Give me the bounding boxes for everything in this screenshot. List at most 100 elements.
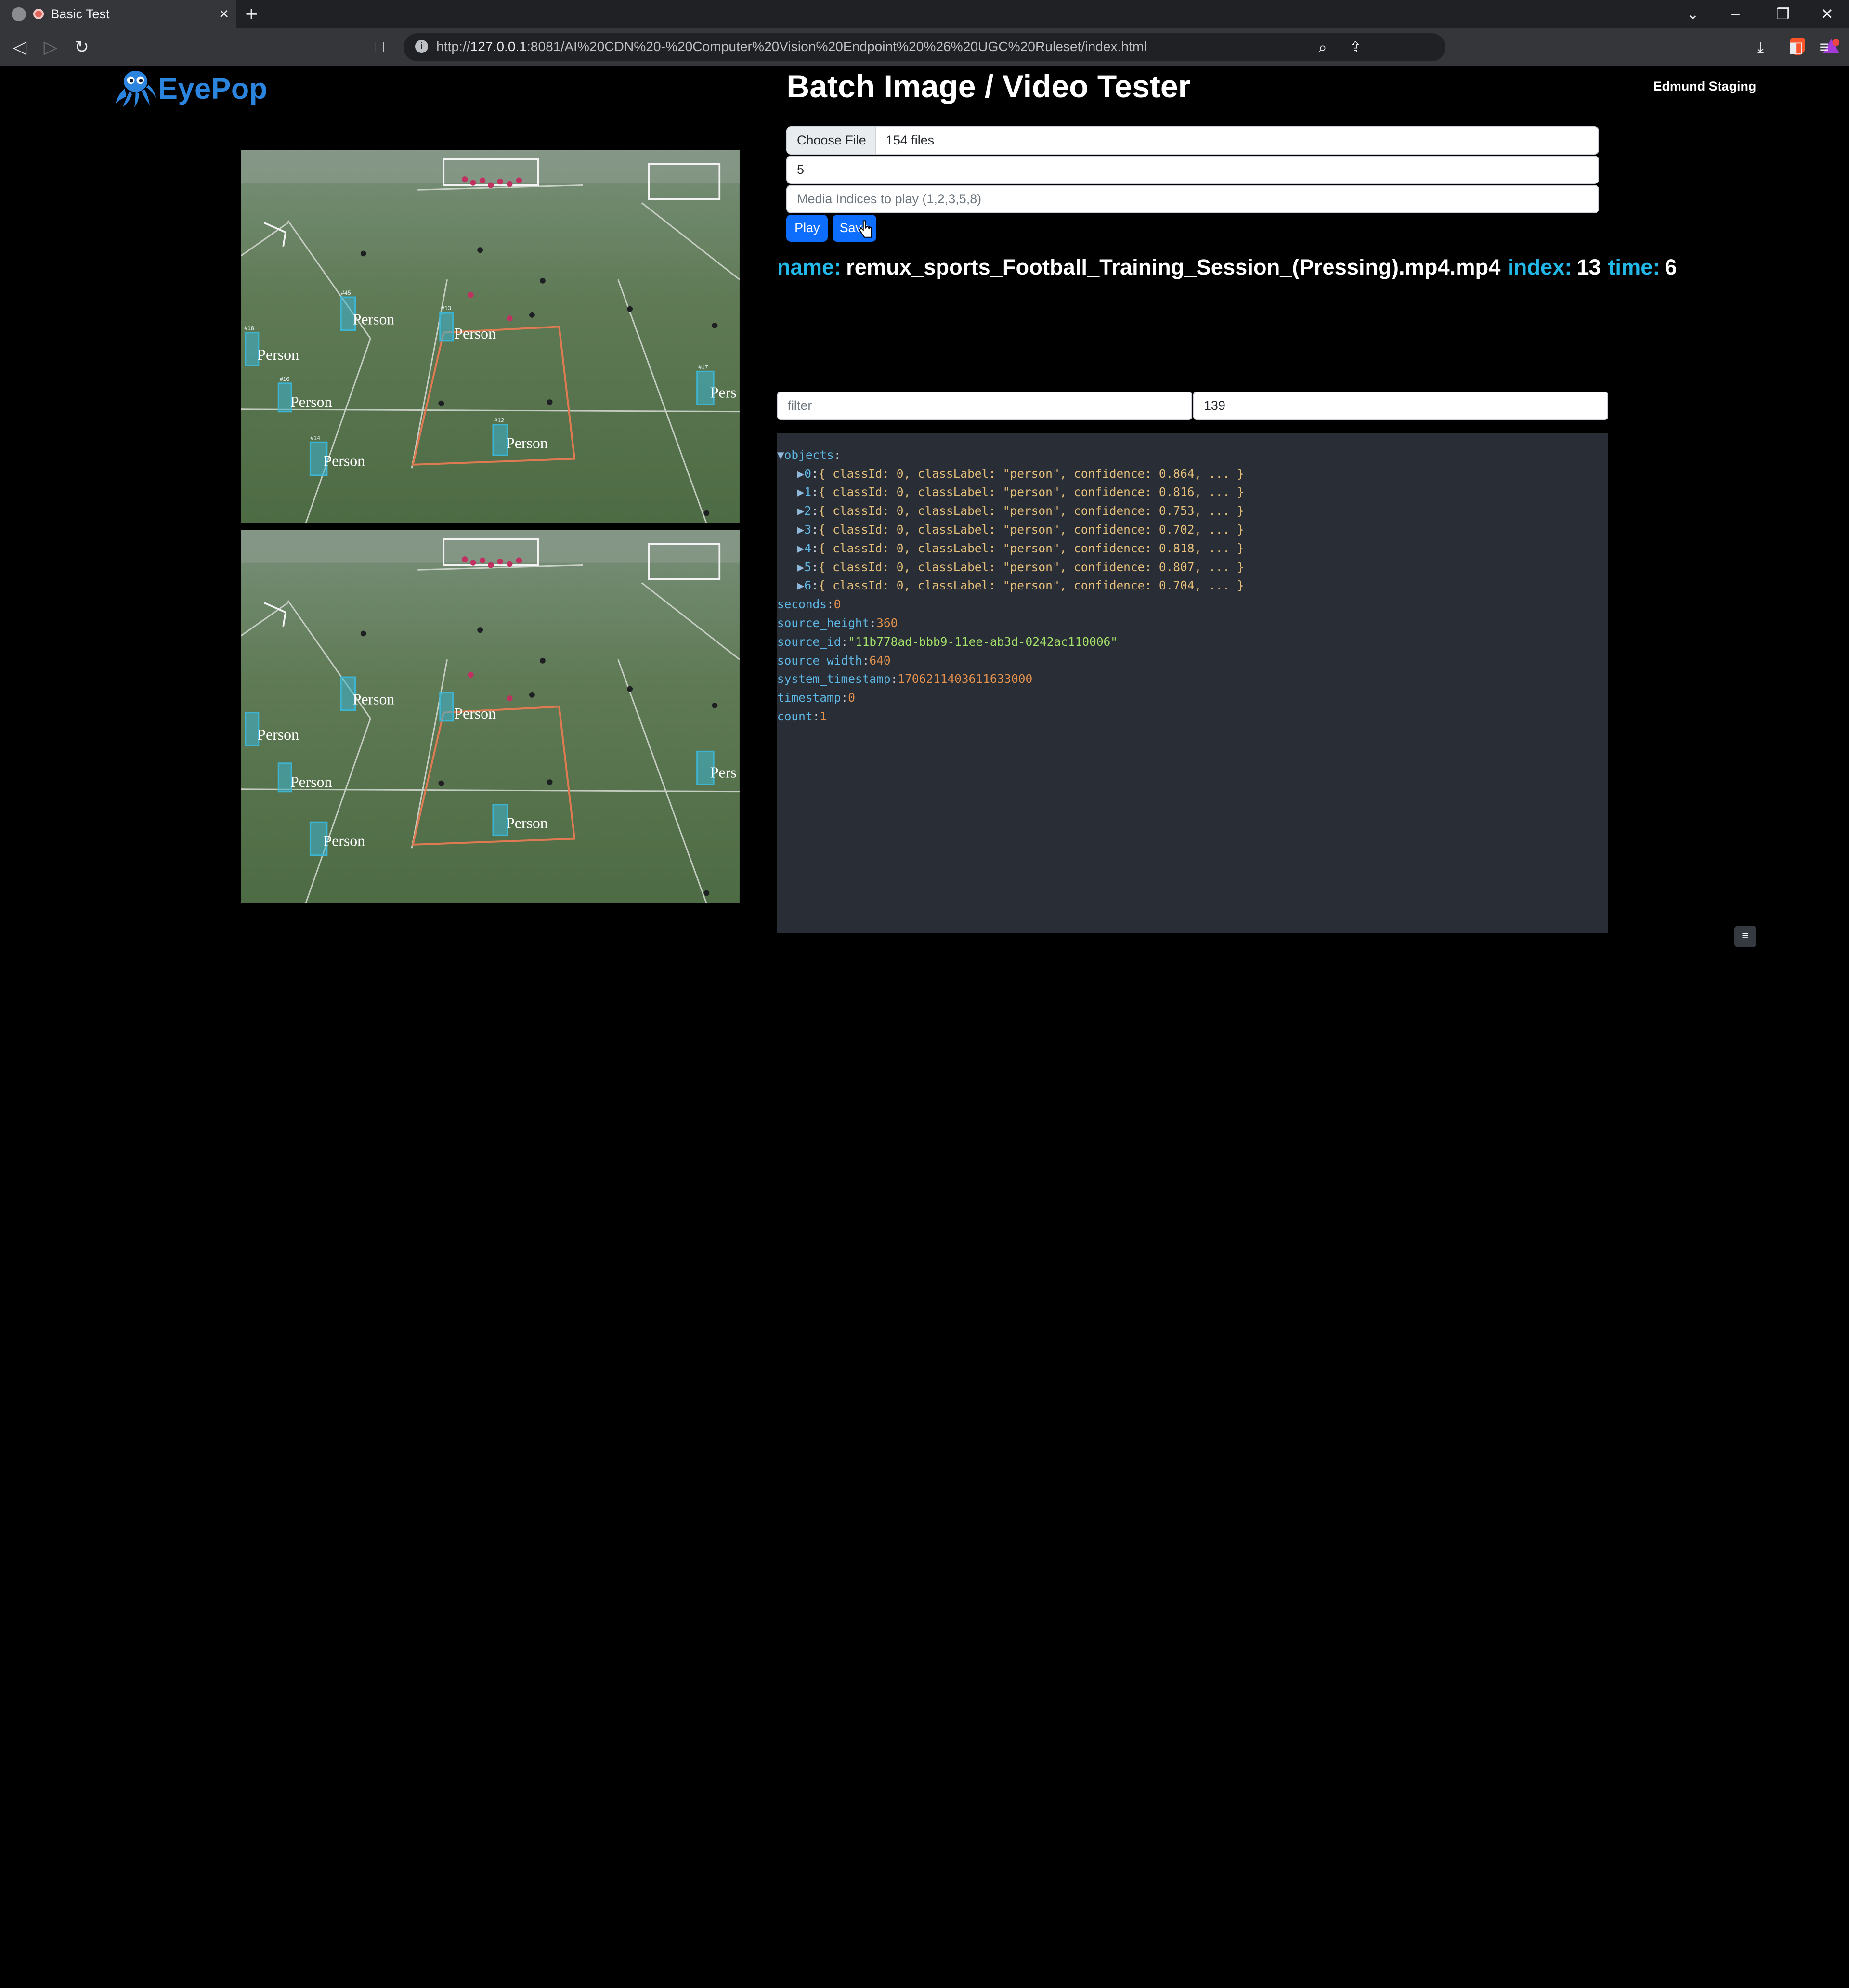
detection-label: Person [257, 346, 299, 363]
logo-text: EyePop [158, 72, 268, 105]
media-status: name: remux_sports_Football_Training_Ses… [777, 255, 1680, 280]
object-row[interactable]: ▶3:{ classId: 0, classLabel: "person", c… [777, 521, 1609, 539]
share-icon[interactable]: ⇪ [1349, 37, 1362, 58]
annotated-video-frame: Person Person Person Person Person Perso… [240, 529, 740, 903]
field-key: source_id [777, 634, 841, 649]
tab-close-icon[interactable]: × [219, 5, 229, 24]
field-row: source_height:360 [777, 616, 898, 630]
detection-label: Person [352, 311, 394, 327]
expand-triangle-icon[interactable]: ▶ [797, 523, 805, 536]
sidebar-icon[interactable]: ◧ [1789, 37, 1803, 58]
menu-icon[interactable]: ≡ [1820, 37, 1829, 58]
detection-tag: #17 [698, 364, 708, 371]
download-icon[interactable]: ⤓ [1757, 37, 1764, 58]
expand-triangle-icon[interactable]: ▶ [797, 504, 805, 518]
eyepop-logo[interactable]: EyePop [113, 68, 268, 108]
close-window-icon[interactable]: ✕ [1821, 5, 1834, 23]
detection-label: Person [323, 452, 365, 469]
media-indices-input[interactable] [786, 185, 1599, 214]
objects-node[interactable]: ▼objects: [777, 446, 1609, 465]
field-row: seconds:0 [777, 597, 841, 612]
object-summary: { classId: 0, classLabel: "person", conf… [818, 466, 1244, 481]
expand-triangle-icon[interactable]: ▶ [797, 541, 805, 555]
file-count: 154 files [885, 132, 935, 147]
expand-triangle-icon[interactable]: ▶ [797, 485, 805, 499]
recording-icon [33, 9, 44, 20]
detection-label: Person [506, 814, 548, 831]
name-value: remux_sports_Football_Training_Session_(… [846, 254, 1501, 279]
detection-label: Person [257, 726, 299, 743]
object-summary: { classId: 0, classLabel: "person", conf… [818, 560, 1244, 574]
object-row[interactable]: ▶1:{ classId: 0, classLabel: "person", c… [777, 483, 1609, 502]
address-bar[interactable]: i http://127.0.0.1:8081/AI%20CDN%20-%20C… [403, 33, 1840, 62]
field-key: source_width [777, 653, 862, 667]
field-key: system_timestamp [777, 672, 891, 686]
detection-label: Pers [710, 764, 736, 781]
object-summary: { classId: 0, classLabel: "person", conf… [818, 504, 1244, 518]
time-label: time: [1608, 254, 1660, 279]
field-value: 0 [833, 597, 841, 612]
time-value: 6 [1665, 254, 1677, 279]
field-key: seconds [777, 597, 827, 612]
tab-search-icon[interactable]: ⌄ [1686, 5, 1699, 23]
bookmark-icon[interactable]: ⎕ [375, 37, 384, 58]
annotated-video-frame: Person Person Person Person Person Perso… [240, 150, 740, 524]
field-row: system_timestamp:1706211403611633000 [777, 672, 1033, 686]
field-value: 0 [848, 691, 855, 705]
expand-triangle-icon[interactable]: ▶ [797, 560, 805, 574]
object-row[interactable]: ▶2:{ classId: 0, classLabel: "person", c… [777, 502, 1609, 521]
forward-icon[interactable]: ▷ [44, 37, 57, 58]
page-title: Batch Image / Video Tester [786, 69, 1191, 105]
scroll-to-top-button[interactable]: ≡ [1734, 926, 1756, 947]
detection-label: Person [454, 705, 496, 721]
json-viewer[interactable]: ▼objects: ▶0:{ classId: 0, classLabel: "… [777, 432, 1609, 933]
object-row[interactable]: ▶6:{ classId: 0, classLabel: "person", c… [777, 576, 1609, 595]
minimize-icon[interactable]: – [1731, 5, 1740, 23]
back-icon[interactable]: ◁ [13, 37, 26, 58]
field-row: count:1 [777, 709, 827, 724]
object-summary: { classId: 0, classLabel: "person", conf… [818, 485, 1244, 499]
reload-icon[interactable]: ↻ [74, 37, 89, 58]
expand-triangle-icon[interactable]: ▶ [797, 467, 805, 481]
detection-tag: #12 [494, 417, 504, 424]
video-canvas-top[interactable]: Person Person Person Person Person Perso… [240, 150, 740, 524]
user-name: Edmund Staging [1653, 79, 1757, 94]
name-label: name: [777, 254, 842, 279]
frame-input[interactable] [1193, 392, 1609, 420]
tab-title: Basic Test [51, 6, 110, 21]
field-value: 1 [820, 709, 827, 724]
field-value: "11b778ad-bbb9-11ee-ab3d-0242ac110006" [848, 634, 1118, 649]
count-input[interactable] [786, 156, 1599, 184]
field-value: 360 [876, 616, 898, 630]
zoom-icon[interactable]: ⌕ [1318, 37, 1327, 58]
site-info-icon[interactable]: i [415, 40, 428, 53]
browser-tabbar: Basic Test × + ⌄ – ❐ ✕ [0, 0, 1849, 28]
detection-label: Person [323, 832, 365, 849]
detection-tag: #16 [279, 376, 289, 382]
browser-toolbar: ◁ ▷ ↻ ⎕ i http://127.0.0.1:8081/AI%20CDN… [0, 28, 1849, 66]
field-value: 1706211403611633000 [898, 672, 1033, 686]
object-row[interactable]: ▶5:{ classId: 0, classLabel: "person", c… [777, 558, 1609, 577]
video-canvas-bottom[interactable]: Person Person Person Person Person Perso… [240, 529, 740, 903]
filter-input[interactable] [777, 392, 1192, 420]
field-key: source_height [777, 616, 870, 630]
detection-label: Pers [710, 384, 736, 401]
detection-tag: #45 [341, 289, 351, 296]
expand-triangle-icon[interactable]: ▶ [797, 578, 805, 592]
field-key: timestamp [777, 691, 841, 705]
detection-label: Person [506, 435, 548, 452]
object-row[interactable]: ▶0:{ classId: 0, classLabel: "person", c… [777, 465, 1609, 484]
url-text[interactable]: http://127.0.0.1:8081/AI%20CDN%20-%20Com… [436, 39, 1146, 54]
object-summary: { classId: 0, classLabel: "person", conf… [818, 578, 1244, 593]
index-label: index: [1508, 254, 1572, 279]
object-row[interactable]: ▶4:{ classId: 0, classLabel: "person", c… [777, 539, 1609, 558]
restore-icon[interactable]: ❐ [1776, 5, 1790, 23]
file-chooser[interactable]: Choose File 154 files [786, 126, 1599, 155]
browser-tab[interactable]: Basic Test × [0, 0, 236, 28]
collapse-triangle-icon[interactable]: ▼ [777, 448, 784, 462]
field-row: timestamp:0 [777, 691, 855, 705]
new-tab-icon[interactable]: + [245, 2, 258, 26]
play-button[interactable]: Play [786, 214, 828, 242]
choose-file-button[interactable]: Choose File [787, 127, 877, 154]
field-row: source_width:640 [777, 653, 891, 667]
